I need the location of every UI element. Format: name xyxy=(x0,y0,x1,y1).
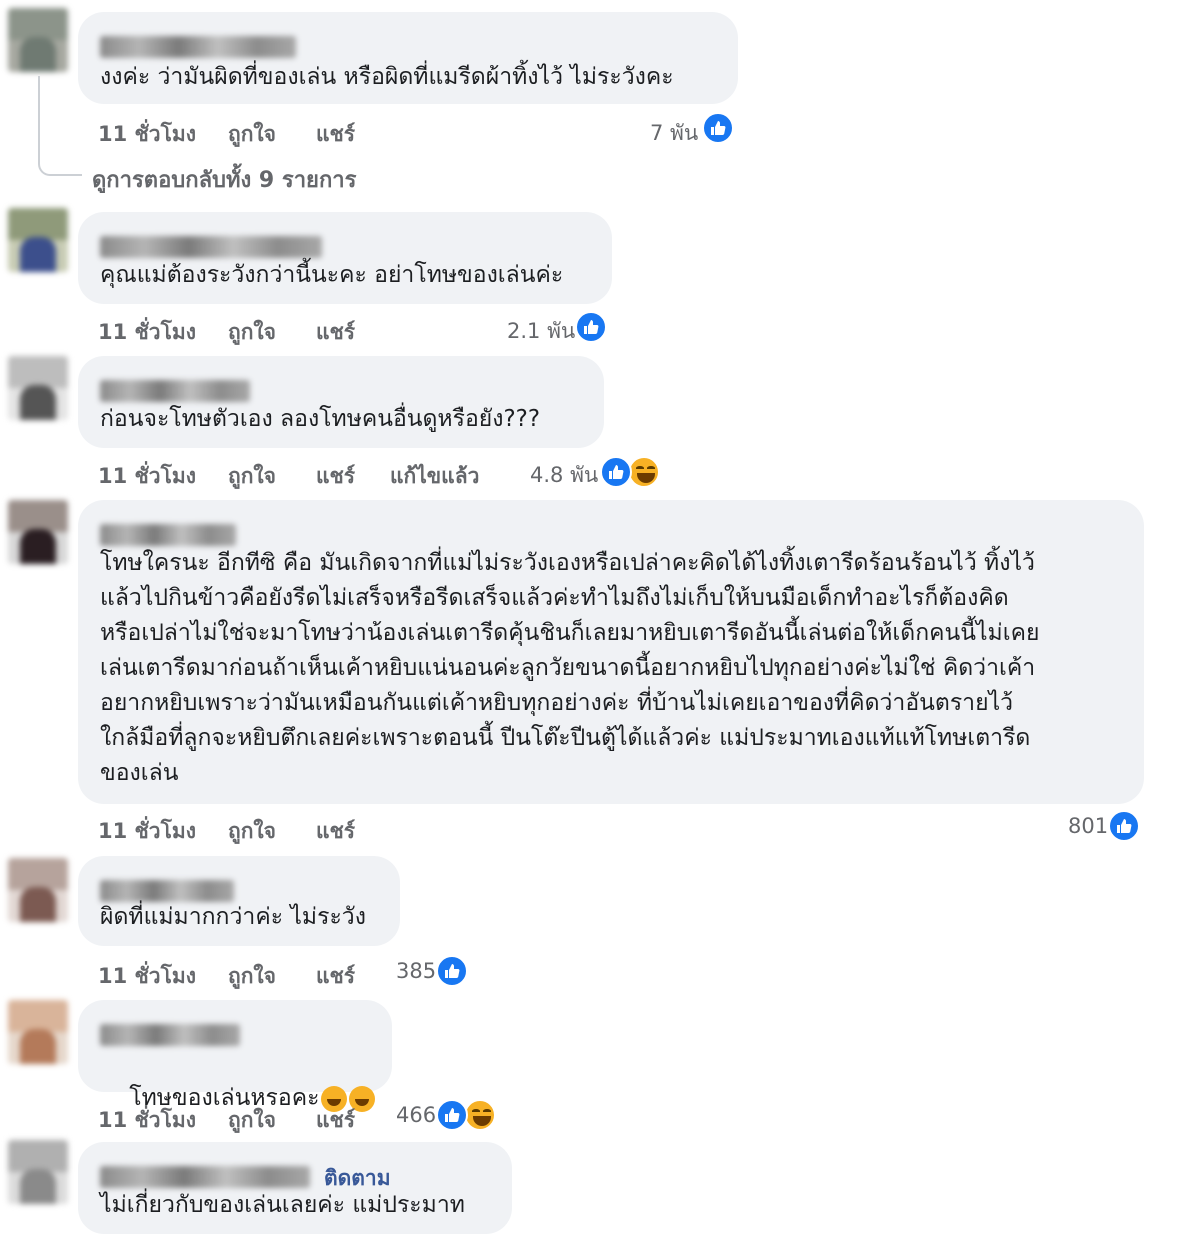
share-action[interactable]: แชร์ xyxy=(316,815,355,848)
reaction-count[interactable]: 7 พัน xyxy=(650,117,698,150)
comment-text: งงค่ะ ว่ามันผิดที่ของเล่น หรือผิดที่แมรี… xyxy=(100,64,674,90)
comment-time[interactable]: 11 ชั่วโมง xyxy=(98,118,196,151)
avatar[interactable] xyxy=(8,356,68,420)
comment-time[interactable]: 11 ชั่วโมง xyxy=(98,460,196,493)
reaction-count[interactable]: 4.8 พัน xyxy=(530,459,598,492)
like-reaction-icon xyxy=(436,955,468,987)
comment-time[interactable]: 11 ชั่วโมง xyxy=(98,316,196,349)
commenter-name-blurred[interactable] xyxy=(100,380,250,402)
avatar[interactable] xyxy=(8,1000,68,1064)
avatar[interactable] xyxy=(8,858,68,922)
comment-text: คุณแม่ต้องระวังกว่านี้นะคะ อย่าโทษของเล่… xyxy=(100,262,564,288)
like-reaction-icon xyxy=(702,112,734,144)
commenter-name-blurred[interactable] xyxy=(100,36,296,58)
comment-text: ผิดที่แม่มากกว่าค่ะ ไม่ระวัง xyxy=(100,904,366,930)
haha-reaction-icon xyxy=(464,1099,496,1131)
reaction-count[interactable]: 801 xyxy=(1068,814,1108,838)
commenter-name-blurred[interactable] xyxy=(100,880,234,902)
edited-label: แก้ไขแล้ว xyxy=(390,464,480,488)
avatar[interactable] xyxy=(8,208,68,272)
reaction-count[interactable]: 2.1 พัน xyxy=(507,315,575,348)
comment-text: ไม่เกี่ยวกับของเล่นเลยค่ะ แม่ประมาท xyxy=(100,1192,465,1218)
comment-bubble: คุณแม่ต้องระวังกว่านี้นะคะ อย่าโทษของเล่… xyxy=(78,212,612,304)
avatar[interactable] xyxy=(8,500,68,564)
reaction-count[interactable]: 385 xyxy=(396,959,436,983)
like-action[interactable]: ถูกใจ xyxy=(228,1104,276,1137)
like-reaction-icon xyxy=(436,1099,468,1131)
avatar[interactable] xyxy=(8,1140,68,1204)
comment-bubble: งงค่ะ ว่ามันผิดที่ของเล่น หรือผิดที่แมรี… xyxy=(78,12,738,104)
comment-bubble: โทษใครนะ อีกทีซิ คือ มันเกิดจากที่แม่ไม่… xyxy=(78,500,1144,804)
comment-bubble: โทษของเล่นหรอคะ xyxy=(78,1000,392,1112)
share-action[interactable]: แชร์ xyxy=(316,316,355,349)
like-reaction-icon xyxy=(575,311,607,343)
share-action[interactable]: แชร์ xyxy=(316,460,355,493)
like-action[interactable]: ถูกใจ xyxy=(228,118,276,151)
comment-bubble: ก่อนจะโทษตัวเอง ลองโทษคนอื่นดูหรือยัง??? xyxy=(78,356,604,448)
comment-bubble: ติดตาม ไม่เกี่ยวกับของเล่นเลยค่ะ แม่ประม… xyxy=(78,1142,512,1234)
reply-thread-line xyxy=(38,76,82,176)
view-replies-link[interactable]: ดูการตอบกลับทั้ง 9 รายการ xyxy=(92,162,356,197)
like-action[interactable]: ถูกใจ xyxy=(228,460,276,493)
comment-time[interactable]: 11 ชั่วโมง xyxy=(98,1104,196,1137)
comment-text: โทษใครนะ อีกทีซิ คือ มันเกิดจากที่แม่ไม่… xyxy=(100,550,1040,786)
comment-bubble: ผิดที่แม่มากกว่าค่ะ ไม่ระวัง xyxy=(78,856,400,946)
comment-time[interactable]: 11 ชั่วโมง xyxy=(98,815,196,848)
comment-text: ก่อนจะโทษตัวเอง ลองโทษคนอื่นดูหรือยัง??? xyxy=(100,406,541,432)
reaction-count[interactable]: 466 xyxy=(396,1103,436,1127)
like-action[interactable]: ถูกใจ xyxy=(228,960,276,993)
commenter-name-blurred[interactable] xyxy=(100,1166,310,1188)
share-action[interactable]: แชร์ xyxy=(316,960,355,993)
haha-reaction-icon xyxy=(628,456,660,488)
avatar[interactable] xyxy=(8,8,68,72)
like-action[interactable]: ถูกใจ xyxy=(228,815,276,848)
commenter-name-blurred[interactable] xyxy=(100,1024,240,1046)
share-action[interactable]: แชร์ xyxy=(316,1104,355,1137)
commenter-name-blurred[interactable] xyxy=(100,236,322,258)
share-action[interactable]: แชร์ xyxy=(316,118,355,151)
like-reaction-icon xyxy=(600,456,632,488)
commenter-name-blurred[interactable] xyxy=(100,524,236,546)
like-reaction-icon xyxy=(1108,810,1140,842)
comment-time[interactable]: 11 ชั่วโมง xyxy=(98,960,196,993)
like-action[interactable]: ถูกใจ xyxy=(228,316,276,349)
